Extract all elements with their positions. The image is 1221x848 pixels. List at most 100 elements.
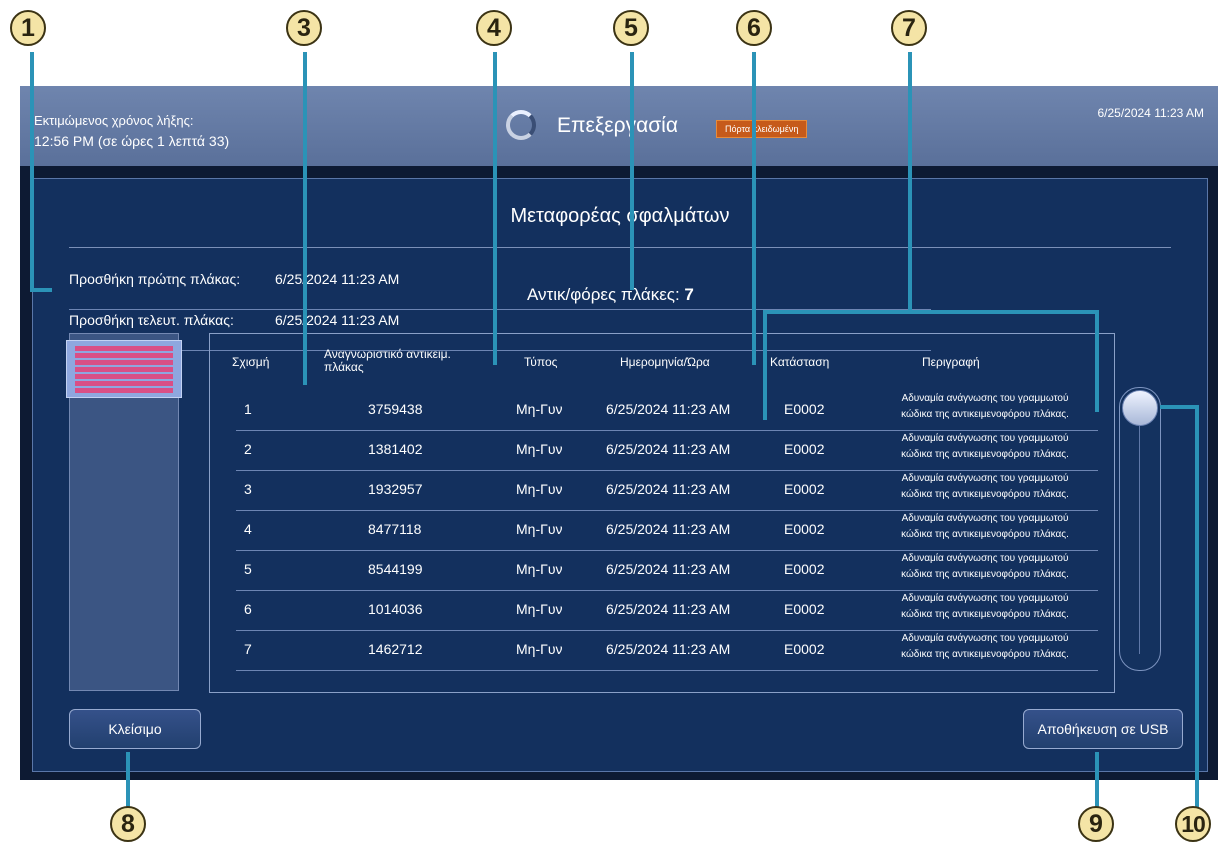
description-line: κώδικα της αντικειμενοφόρου πλάκας. [901, 609, 1069, 620]
description-line: κώδικα της αντικειμενοφόρου πλάκας. [901, 569, 1069, 580]
col-header-status: Κατάσταση [770, 355, 830, 369]
plate-count-value: 7 [684, 285, 694, 304]
error-transfer-dialog: Μεταφορέας σφαλμάτων Προσθήκη πρώτης πλά… [32, 178, 1208, 772]
save-to-usb-button[interactable]: Αποθήκευση σε USB [1023, 709, 1183, 749]
last-plate-value: 6/25/2024 11:23 AM [275, 312, 400, 328]
description-line: κώδικα της αντικειμενοφόρου πλάκας. [901, 529, 1069, 540]
cell-plate-id: 8544199 [368, 561, 423, 577]
cell-type: Μη-Γυν [516, 401, 563, 417]
clock: 6/25/2024 11:23 AM [1097, 106, 1204, 120]
slot-minimap[interactable] [66, 333, 182, 691]
estimated-finish: Εκτιμώμενος χρόνος λήξης: 12:56 PM (σε ώ… [34, 110, 229, 152]
cell-datetime: 6/25/2024 11:23 AM [606, 561, 731, 577]
cell-status: E0002 [784, 601, 825, 617]
cell-datetime: 6/25/2024 11:23 AM [606, 401, 731, 417]
first-plate-label: Προσθήκη πρώτης πλάκας: [69, 271, 241, 287]
description-line: κώδικα της αντικειμενοφόρου πλάκας. [901, 409, 1069, 420]
cell-slot: 5 [244, 561, 252, 577]
cell-plate-id: 1462712 [368, 641, 423, 657]
minimap-slot-mark [75, 353, 173, 358]
table-row[interactable]: 6 1014036 Μη-Γυν 6/25/2024 11:23 AM E0002 Αδυ… [236, 590, 1098, 631]
last-plate-label: Προσθήκη τελευτ. πλάκας: [69, 312, 234, 328]
cell-description: Αδυναμία ανάγνωσης του γραμμωτού κώδικα τ… [870, 391, 1100, 423]
description-line: κώδικα της αντικειμενοφόρου πλάκας. [901, 649, 1069, 660]
cell-datetime: 6/25/2024 11:23 AM [606, 601, 731, 617]
col-header-slot: Σχισμή [232, 355, 270, 369]
cell-plate-id: 1014036 [368, 601, 423, 617]
cell-datetime: 6/25/2024 11:23 AM [606, 641, 731, 657]
description-line: Αδυναμία ανάγνωσης του γραμμωτού [901, 593, 1069, 604]
cell-slot: 2 [244, 441, 252, 457]
cell-type: Μη-Γυν [516, 521, 563, 537]
description-line: Αδυναμία ανάγνωσης του γραμμωτού [901, 513, 1069, 524]
description-line: Αδυναμία ανάγνωσης του γραμμωτού [901, 433, 1069, 444]
minimap-viewport[interactable] [66, 340, 182, 398]
cell-slot: 6 [244, 601, 252, 617]
minimap-slot-mark [75, 388, 173, 393]
col-header-type: Τύπος [524, 355, 558, 369]
processing-spinner-icon [506, 110, 536, 140]
cell-type: Μη-Γυν [516, 601, 563, 617]
cell-description: Αδυναμία ανάγνωσης του γραμμωτού κώδικα τ… [870, 471, 1100, 503]
error-table: Σχισμή Αναγνωριστικό αντικειμ. πλάκας Τύ… [209, 333, 1115, 693]
cell-description: Αδυναμία ανάγνωσης του γραμμωτού κώδικα τ… [870, 551, 1100, 583]
cell-plate-id: 1932957 [368, 481, 423, 497]
table-row[interactable]: 2 1381402 Μη-Γυν 6/25/2024 11:23 AM E0002 Αδυ… [236, 430, 1098, 471]
callout-9: 9 [1078, 806, 1114, 842]
close-button[interactable]: Κλείσιμο [69, 709, 201, 749]
cell-plate-id: 1381402 [368, 441, 423, 457]
status-title: Επεξεργασία [557, 114, 678, 137]
cell-datetime: 6/25/2024 11:23 AM [606, 481, 731, 497]
table-row[interactable]: 3 1932957 Μη-Γυν 6/25/2024 11:23 AM E0002 Αδυ… [236, 470, 1098, 511]
cell-type: Μη-Γυν [516, 561, 563, 577]
description-line: Αδυναμία ανάγνωσης του γραμμωτού [901, 633, 1069, 644]
screen: Εκτιμώμενος χρόνος λήξης: 12:56 PM (σε ώ… [20, 86, 1218, 780]
table-row[interactable]: 4 8477118 Μη-Γυν 6/25/2024 11:23 AM E0002 Αδυ… [236, 510, 1098, 551]
callout-5: 5 [613, 10, 649, 46]
callout-4: 4 [476, 10, 512, 46]
cell-plate-id: 3759438 [368, 401, 423, 417]
minimap-slot-mark [75, 374, 173, 379]
estimated-finish-label: Εκτιμώμενος χρόνος λήξης: [34, 113, 194, 128]
cell-type: Μη-Γυν [516, 441, 563, 457]
cell-description: Αδυναμία ανάγνωσης του γραμμωτού κώδικα τ… [870, 591, 1100, 623]
cell-plate-id: 8477118 [368, 521, 422, 537]
top-bar: Εκτιμώμενος χρόνος λήξης: 12:56 PM (σε ώ… [20, 86, 1218, 166]
col-header-description: Περιγραφή [922, 355, 980, 369]
cell-status: E0002 [784, 401, 825, 417]
cell-type: Μη-Γυν [516, 641, 563, 657]
minimap-slot-mark [75, 381, 173, 386]
minimap-slot-mark [75, 346, 173, 351]
scrollbar-track [1139, 418, 1140, 654]
description-line: κώδικα της αντικειμενοφόρου πλάκας. [901, 489, 1069, 500]
callout-7: 7 [891, 10, 927, 46]
cell-description: Αδυναμία ανάγνωσης του γραμμωτού κώδικα τ… [870, 631, 1100, 663]
minimap-slot-mark [75, 367, 173, 372]
cell-status: E0002 [784, 441, 825, 457]
estimated-finish-value: 12:56 PM (σε ώρες 1 λεπτά 33) [34, 133, 230, 149]
scrollbar-thumb[interactable] [1122, 390, 1158, 426]
cell-description: Αδυναμία ανάγνωσης του γραμμωτού κώδικα τ… [870, 511, 1100, 543]
first-plate-value: 6/25/2024 11:23 AM [275, 271, 400, 287]
description-line: Αδυναμία ανάγνωσης του γραμμωτού [901, 473, 1069, 484]
col-header-plate-id: Αναγνωριστικό αντικειμ. πλάκας [324, 347, 451, 374]
table-row[interactable]: 7 1462712 Μη-Γυν 6/25/2024 11:23 AM E0002 Αδυ… [236, 630, 1098, 671]
description-line: Αδυναμία ανάγνωσης του γραμμωτού [901, 553, 1069, 564]
col-header-datetime: Ημερομηνία/Ώρα [620, 355, 710, 369]
callout-8: 8 [110, 806, 146, 842]
table-row[interactable]: 1 3759438 Μη-Γυν 6/25/2024 11:23 AM E0002 Αδυ… [236, 390, 1098, 431]
plate-count-label: Αντικ/φόρες πλάκες: [527, 285, 680, 304]
vertical-scrollbar[interactable] [1119, 387, 1161, 671]
cell-datetime: 6/25/2024 11:23 AM [606, 521, 731, 537]
cell-slot: 1 [244, 401, 252, 417]
callout-3: 3 [286, 10, 322, 46]
dialog-title: Μεταφορέας σφαλμάτων [510, 205, 730, 227]
cell-description: Αδυναμία ανάγνωσης του γραμμωτού κώδικα τ… [870, 431, 1100, 463]
cell-status: E0002 [784, 481, 825, 497]
cell-type: Μη-Γυν [516, 481, 563, 497]
cell-status: E0002 [784, 561, 825, 577]
plate-count: Αντικ/φόρες πλάκες: 7 [527, 285, 694, 305]
callout-1: 1 [10, 10, 46, 46]
description-line: κώδικα της αντικειμενοφόρου πλάκας. [901, 449, 1069, 460]
table-row[interactable]: 5 8544199 Μη-Γυν 6/25/2024 11:23 AM E0002 Αδυ… [236, 550, 1098, 591]
